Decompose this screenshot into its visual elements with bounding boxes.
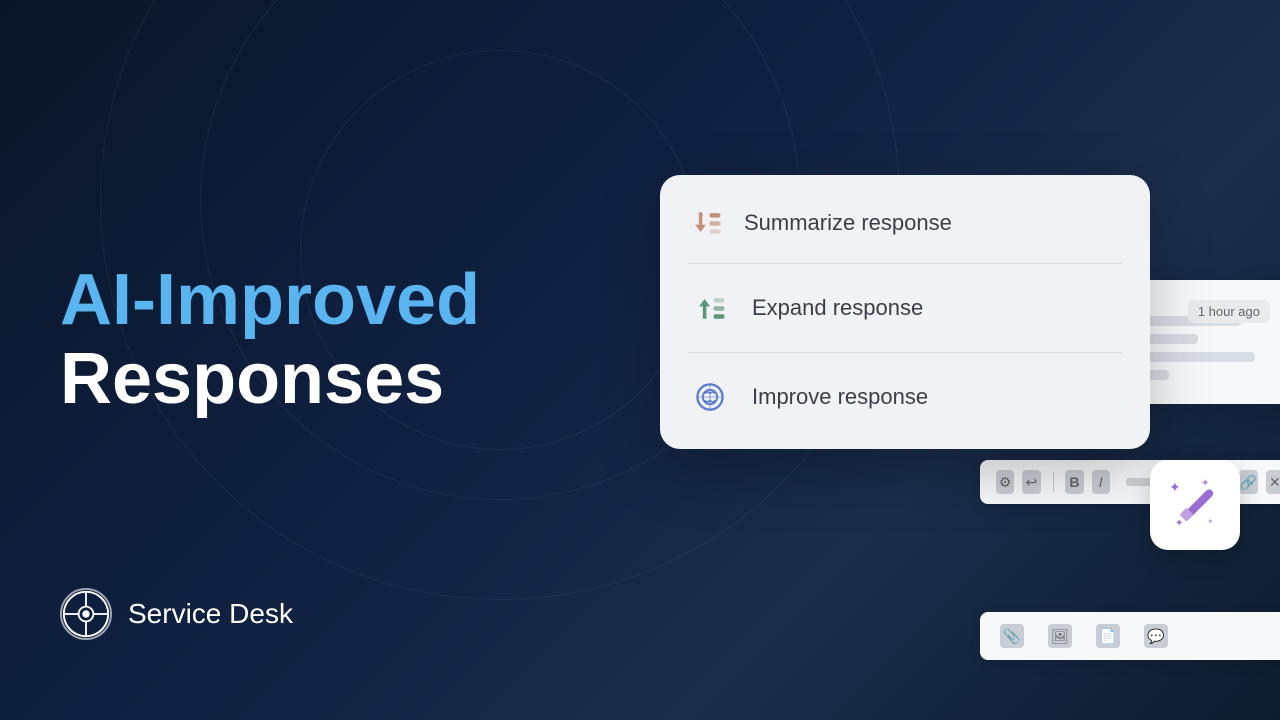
hero-title-line1: AI-Improved (60, 261, 620, 340)
toolbar-icon-chat[interactable]: ↩ (1022, 470, 1040, 494)
brand-name: Service Desk (128, 598, 293, 630)
image-icon[interactable]: 🖼 (1048, 624, 1072, 648)
document-icon[interactable]: 📄 (1096, 624, 1120, 648)
svg-text:✦: ✦ (1207, 517, 1214, 526)
improve-label: Improve response (752, 384, 928, 410)
expand-icon (688, 286, 732, 330)
bottom-toolbar: 📎 🖼 📄 💬 (980, 612, 1280, 660)
brand-logo-icon (60, 588, 112, 640)
brand-footer: Service Desk (60, 588, 293, 640)
hero-title-line2: Responses (60, 340, 620, 419)
menu-item-summarize[interactable]: Summarize response (660, 183, 1150, 263)
right-panel: Summarize response Expand response (600, 0, 1280, 720)
expand-label: Expand response (752, 295, 923, 321)
svg-text:✦: ✦ (1201, 478, 1209, 489)
ai-menu-card: Summarize response Expand response (660, 175, 1150, 449)
svg-text:✦: ✦ (1169, 479, 1181, 495)
chat-timestamp: 1 hour ago (1188, 300, 1270, 323)
summarize-label: Summarize response (744, 210, 952, 236)
toolbar-icon-hyperlink[interactable]: 🔗 (1239, 470, 1257, 494)
toolbar-icon-bold[interactable]: B (1065, 470, 1083, 494)
speech-icon[interactable]: 💬 (1144, 624, 1168, 648)
toolbar-icon-link[interactable]: ⚙ (996, 470, 1014, 494)
hero-title: AI-Improved Responses (60, 261, 620, 419)
magic-wand-icon: ✦ ✦ ✦ ✦ (1167, 474, 1223, 537)
svg-text:✦: ✦ (1175, 518, 1183, 529)
toolbar-icon-italic[interactable]: I (1092, 470, 1110, 494)
magic-wand-button[interactable]: ✦ ✦ ✦ ✦ (1150, 460, 1240, 550)
menu-item-improve[interactable]: Improve response (660, 353, 1150, 441)
toolbar-sep-1 (1053, 472, 1054, 492)
toolbar-icon-x[interactable]: ✕ (1266, 470, 1280, 494)
summarize-icon (688, 205, 724, 241)
menu-item-expand[interactable]: Expand response (660, 264, 1150, 352)
improve-icon (688, 375, 732, 419)
attach-icon[interactable]: 📎 (1000, 624, 1024, 648)
